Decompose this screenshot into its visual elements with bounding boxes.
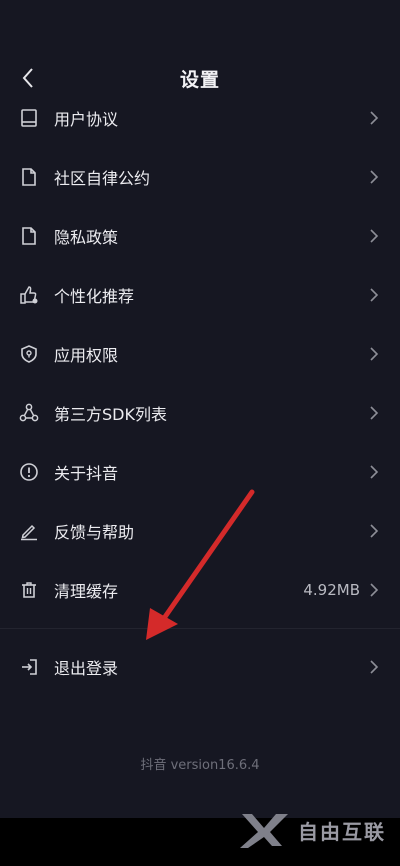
chevron-right-icon — [370, 169, 379, 184]
settings-item-label: 用户协议 — [54, 109, 119, 129]
settings-item-privacy-policy[interactable]: 隐私政策 — [0, 206, 400, 265]
settings-item-third-party-sdk[interactable]: 第三方SDK列表 — [0, 383, 400, 442]
chevron-left-icon — [22, 68, 33, 88]
logout-label: 退出登录 — [54, 658, 119, 678]
section-divider — [0, 628, 400, 629]
logout-button[interactable]: 退出登录 — [0, 637, 400, 696]
settings-item-clear-cache[interactable]: 清理缓存 4.92MB — [0, 560, 400, 619]
watermark: 自由互联 — [238, 806, 386, 854]
logout-icon — [18, 656, 40, 678]
chevron-right-icon — [370, 582, 379, 597]
chevron-right-icon — [370, 346, 379, 361]
settings-item-label: 清理缓存 — [54, 581, 119, 601]
settings-item-label: 第三方SDK列表 — [54, 404, 167, 424]
app-version: 抖音 version16.6.4 — [140, 758, 260, 773]
watermark-text: 自由互联 — [298, 819, 386, 844]
cache-size-value: 4.92MB — [303, 580, 360, 599]
settings-item-label: 关于抖音 — [54, 463, 119, 483]
chevron-right-icon — [370, 228, 379, 243]
book-icon — [18, 107, 40, 129]
settings-item-label: 社区自律公约 — [54, 168, 151, 188]
settings-item-personalized-recommendation[interactable]: 个性化推荐 — [0, 265, 400, 324]
settings-item-label: 应用权限 — [54, 345, 119, 365]
watermark-logo-icon — [240, 814, 288, 848]
document-icon — [18, 225, 40, 247]
settings-item-label: 反馈与帮助 — [54, 522, 135, 542]
settings-list: 用户协议 社区自律公约 隐私政策 个性化推荐 应用权限 第三方SDK列表 关于抖… — [0, 88, 400, 619]
settings-item-feedback-help[interactable]: 反馈与帮助 — [0, 501, 400, 560]
settings-item-app-permissions[interactable]: 应用权限 — [0, 324, 400, 383]
document-icon — [18, 166, 40, 188]
chevron-right-icon — [370, 405, 379, 420]
logout-section: 退出登录 — [0, 637, 400, 696]
settings-item-user-agreement[interactable]: 用户协议 — [0, 88, 400, 147]
thumbs-up-icon — [18, 284, 40, 306]
chevron-right-icon — [370, 287, 379, 302]
chevron-right-icon — [370, 659, 379, 674]
chevron-right-icon — [370, 523, 379, 538]
settings-item-label: 隐私政策 — [54, 227, 119, 247]
info-icon — [18, 461, 40, 483]
trash-icon — [18, 579, 40, 601]
chevron-right-icon — [370, 464, 379, 479]
settings-item-community-guidelines[interactable]: 社区自律公约 — [0, 147, 400, 206]
shield-icon — [18, 343, 40, 365]
pen-icon — [18, 520, 40, 542]
triangle-nodes-icon — [18, 402, 40, 424]
settings-item-about[interactable]: 关于抖音 — [0, 442, 400, 501]
settings-item-label: 个性化推荐 — [54, 286, 135, 306]
chevron-right-icon — [370, 110, 379, 125]
